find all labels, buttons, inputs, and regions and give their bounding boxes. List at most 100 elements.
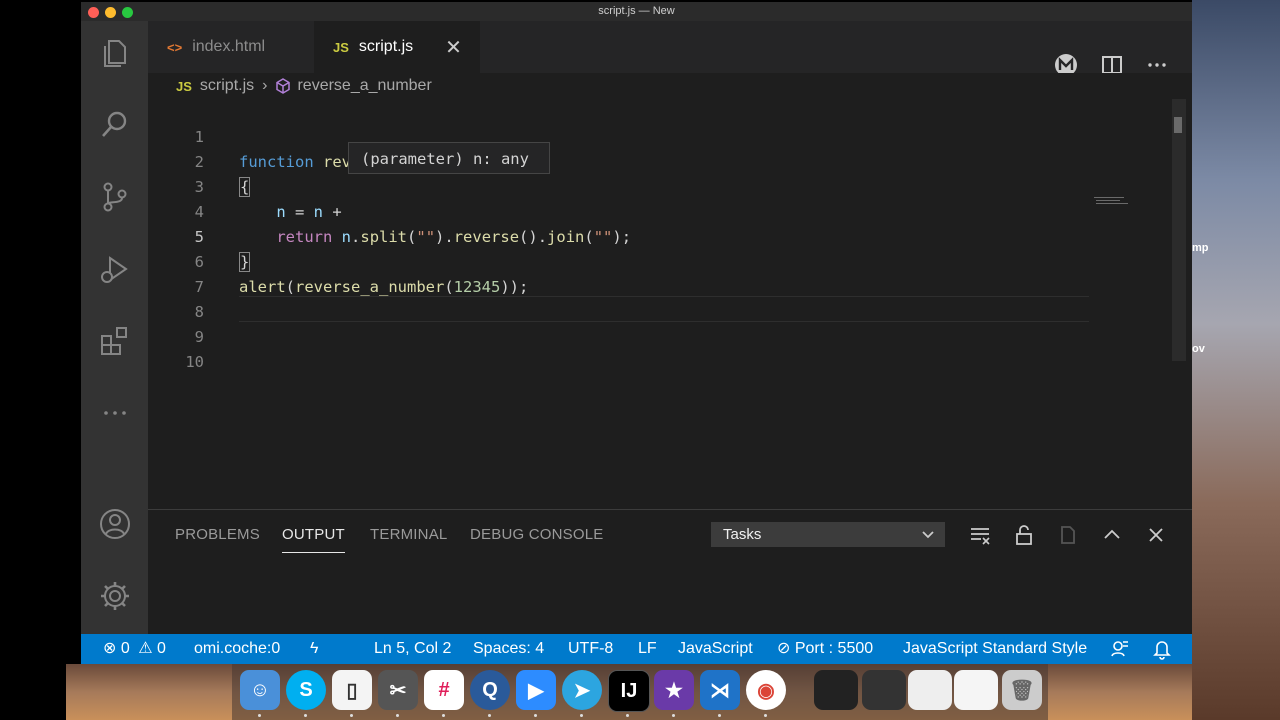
window-thumbnail-icon[interactable] [862,670,906,710]
indentation-status[interactable]: Spaces: 4 [473,634,544,664]
zoom-window-button[interactable] [122,7,133,18]
minimap[interactable] [1094,196,1172,206]
window-thumbnail-icon[interactable] [814,670,858,710]
quicktime-icon[interactable]: Q [470,670,510,710]
xcode-tools-icon[interactable]: ✂ [378,670,418,710]
desktop-text-fragment: mp [1192,242,1209,254]
skype-icon[interactable]: S [286,670,326,710]
trash-icon[interactable]: 🗑 [1002,670,1042,710]
close-tab-icon[interactable]: ✕ [445,35,462,60]
code-line: 2 { [148,125,1192,197]
slack-icon[interactable]: # [424,670,464,710]
output-channel-select[interactable]: Tasks [711,522,945,547]
desktop-right: mp ov [1192,0,1280,720]
code-line: 5 } [148,200,1192,272]
live-server-status[interactable]: ⊘ Port : 5500 [777,634,873,664]
imovie-star-icon[interactable]: ★ [654,670,694,710]
warning-count: 0 [157,640,166,657]
code-line: 4 return n.split("").reverse().join(""); [148,175,1192,246]
bottom-panel: PROBLEMS OUTPUT TERMINAL DEBUG CONSOLE T… [148,509,1192,635]
tab-script-js[interactable]: JS script.js ✕ [314,21,480,73]
running-indicator [442,714,445,717]
status-bar: ⊗ 0 ⚠ 0 omi.coche:0 ϟ Ln 5, Col 2 Spaces… [81,634,1192,664]
encoding-status[interactable]: UTF-8 [568,634,613,664]
run-debug-icon[interactable] [97,251,133,287]
eol-status[interactable]: LF [638,634,657,664]
output-channel-value: Tasks [723,526,762,543]
hover-text: (parameter) n: any [361,150,529,168]
tab-debug-console[interactable]: DEBUG CONSOLE [470,526,603,543]
extensions-icon[interactable] [97,323,133,359]
breadcrumb-symbol[interactable]: reverse_a_number [297,77,431,95]
close-window-button[interactable] [88,7,99,18]
running-indicator [534,714,537,717]
js-file-icon: JS [176,78,192,94]
editor-tab-bar: <> index.html JS script.js ✕ [148,21,1192,73]
code-line: 9 [148,300,1192,346]
source-control-icon[interactable] [97,179,133,215]
code-line: 1 function reverse_a_number(n) [148,100,1192,171]
branch-status[interactable]: omi.coche:0 [194,634,280,664]
chrome-icon[interactable]: ◉ [746,670,786,710]
chevron-right-icon: › [262,77,268,94]
lightning-icon[interactable]: ϟ [310,634,318,664]
explorer-icon[interactable] [97,35,133,71]
running-indicator [764,714,767,717]
vscode-icon[interactable]: ⋊ [700,670,740,710]
settings-gear-icon[interactable] [97,578,133,614]
feedback-icon[interactable] [1111,634,1129,664]
activity-bar [81,21,148,634]
port-label: Port : 5500 [794,640,874,657]
tab-label: index.html [192,38,266,55]
intellij-icon[interactable]: IJ [608,670,650,712]
accounts-icon[interactable] [97,506,133,542]
cursor-position[interactable]: Ln 5, Col 2 [374,634,451,664]
finder-icon[interactable]: ☺ [240,670,280,710]
tab-terminal[interactable]: TERMINAL [370,526,447,543]
running-indicator [580,714,583,717]
running-indicator [488,714,491,717]
telegram-icon[interactable]: ➤ [562,670,602,710]
tab-label: script.js [358,38,414,55]
tab-index-html[interactable]: <> index.html [148,21,311,73]
minimize-window-button[interactable] [105,7,116,18]
open-log-file-icon[interactable] [1056,523,1080,547]
language-mode[interactable]: JavaScript [678,634,753,664]
running-indicator [304,714,307,717]
desktop-left [0,0,66,720]
window-title: script.js — New [598,5,675,17]
dock: ☺ S ▯ ✂ # Q ▶ ➤ IJ ★ ⋊ ◉ 🗑 [232,664,1048,720]
text-file-icon[interactable]: ▯ [332,670,372,710]
breadcrumb-file[interactable]: script.js [200,77,254,95]
notifications-bell-icon[interactable] [1153,634,1171,664]
title-bar: script.js — New [81,2,1192,21]
error-count: 0 [120,640,130,657]
running-indicator [350,714,353,717]
maximize-panel-icon[interactable] [1100,523,1124,547]
chevron-down-icon [921,522,935,555]
warning-icon: ⚠ [138,640,153,657]
problems-status[interactable]: ⊗ 0 ⚠ 0 [103,634,166,664]
window-thumbnail-icon[interactable] [908,670,952,710]
code-editor[interactable]: 1 function reverse_a_number(n) 2 { 3 n =… [148,99,1192,509]
no-entry-icon: ⊘ [777,640,791,657]
tab-problems[interactable]: PROBLEMS [175,526,260,543]
scrollbar-thumb[interactable] [1174,117,1182,133]
running-indicator [396,714,399,717]
linter-status[interactable]: JavaScript Standard Style [903,634,1087,664]
zoom-icon[interactable]: ▶ [516,670,556,710]
editor-scrollbar[interactable] [1172,99,1186,361]
code-line: 8 [148,275,1192,321]
clear-output-icon[interactable] [968,523,992,547]
vscode-window: script.js — New <> index.html JS script.… [81,2,1192,664]
search-icon[interactable] [97,107,133,143]
window-thumbnail-icon[interactable] [954,670,998,710]
running-indicator [672,714,675,717]
js-file-icon: JS [333,39,349,55]
breadcrumb: JS script.js › reverse_a_number [148,73,1192,99]
symbol-cube-icon [275,78,291,94]
more-actions-icon[interactable] [97,395,133,431]
lock-scroll-icon[interactable] [1012,523,1036,547]
tab-output[interactable]: OUTPUT [282,526,345,553]
close-panel-icon[interactable] [1144,523,1168,547]
